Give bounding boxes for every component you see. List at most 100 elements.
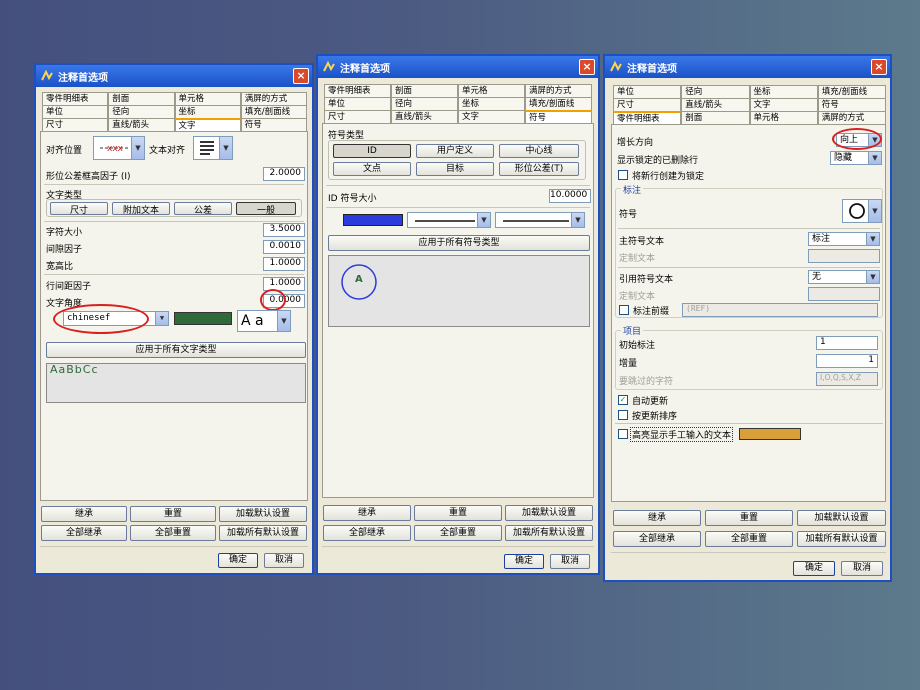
tab-cell[interactable]: 单元格 xyxy=(174,92,241,105)
tab-radial[interactable]: 径向 xyxy=(108,105,175,118)
line-width-select[interactable]: ▼ xyxy=(495,212,585,228)
load-all-defaults-button[interactable]: 加载所有默认设置 xyxy=(505,525,593,541)
tab-line-arrow[interactable]: 直线/箭头 xyxy=(108,118,175,131)
initial-label-input[interactable]: 1 xyxy=(816,336,878,350)
reset-all-button[interactable]: 全部重置 xyxy=(705,531,793,547)
reset-button[interactable]: 重置 xyxy=(130,506,216,522)
aspect-ratio-input[interactable]: 1.0000 xyxy=(263,257,305,271)
highlight-manual-checkbox[interactable] xyxy=(618,429,628,439)
tab-fill-hatch[interactable]: 填充/剖面线 xyxy=(817,85,886,98)
tab-bom[interactable]: 零件明细表 xyxy=(324,84,391,97)
tab-radial[interactable]: 径向 xyxy=(391,97,458,110)
reset-button[interactable]: 重置 xyxy=(705,510,793,526)
lock-new-rows-checkbox[interactable] xyxy=(618,170,628,180)
close-icon[interactable]: × xyxy=(579,59,595,75)
tab-section[interactable]: 剖面 xyxy=(681,111,750,124)
font-style-select[interactable]: A a ▼ xyxy=(237,310,291,332)
load-defaults-button[interactable]: 加载默认设置 xyxy=(505,505,593,521)
tab-cell[interactable]: 单元格 xyxy=(458,84,525,97)
symbol-color-swatch[interactable] xyxy=(343,214,403,226)
align-position-select[interactable]: xxx ▼ xyxy=(93,136,145,160)
tab-coordinate[interactable]: 坐标 xyxy=(458,97,525,110)
text-type-general-button[interactable]: 一般 xyxy=(236,202,296,215)
ok-button[interactable]: 确定 xyxy=(504,554,544,569)
show-locked-select[interactable]: 隐藏 ▼ xyxy=(830,151,882,165)
symbol-centerline-button[interactable]: 中心线 xyxy=(499,144,579,158)
tab-radial[interactable]: 径向 xyxy=(681,85,750,98)
tab-fullscreen[interactable]: 满屏的方式 xyxy=(817,111,886,124)
tab-symbol[interactable]: 符号 xyxy=(525,110,592,123)
apply-all-symbol-types-button[interactable]: 应用于所有符号类型 xyxy=(328,235,590,251)
tab-coordinate[interactable]: 坐标 xyxy=(174,105,241,118)
ref-symbol-text-select[interactable]: 无 ▼ xyxy=(808,270,880,284)
tab-cell[interactable]: 单元格 xyxy=(749,111,818,124)
close-icon[interactable]: × xyxy=(293,68,309,84)
ok-button[interactable]: 确定 xyxy=(793,561,835,576)
tab-dimension[interactable]: 尺寸 xyxy=(42,118,109,131)
symbol-gdt-button[interactable]: 形位公差(T) xyxy=(499,162,579,176)
symbol-text-point-button[interactable]: 文点 xyxy=(333,162,411,176)
close-icon[interactable]: × xyxy=(871,59,887,75)
load-all-defaults-button[interactable]: 加载所有默认设置 xyxy=(219,525,307,541)
id-symbol-size-input[interactable]: 10.0000 xyxy=(549,189,591,203)
tab-line-arrow[interactable]: 直线/箭头 xyxy=(681,98,750,111)
text-type-tolerance-button[interactable]: 公差 xyxy=(174,202,232,215)
tab-fill-hatch[interactable]: 填充/剖面线 xyxy=(525,97,592,110)
reset-button[interactable]: 重置 xyxy=(414,505,502,521)
ok-button[interactable]: 确定 xyxy=(218,553,258,568)
tab-bom[interactable]: 零件明细表 xyxy=(613,111,682,124)
symbol-user-defined-button[interactable]: 用户定义 xyxy=(416,144,494,158)
text-color-swatch[interactable] xyxy=(174,312,232,325)
tab-units[interactable]: 单位 xyxy=(324,97,391,110)
balloon-symbol-select[interactable]: ▼ xyxy=(842,199,882,223)
cancel-button[interactable]: 取消 xyxy=(550,554,590,569)
inherit-button[interactable]: 继承 xyxy=(41,506,127,522)
cancel-button[interactable]: 取消 xyxy=(841,561,883,576)
gap-factor-input[interactable]: 0.0010 xyxy=(263,240,305,254)
cancel-button[interactable]: 取消 xyxy=(264,553,304,568)
symbol-id-button[interactable]: ID xyxy=(333,144,411,158)
inherit-all-button[interactable]: 全部继承 xyxy=(323,525,411,541)
char-size-input[interactable]: 3.5000 xyxy=(263,223,305,237)
update-sort-checkbox[interactable] xyxy=(618,410,628,420)
highlight-color-swatch[interactable] xyxy=(739,428,801,440)
svg-text:xxx: xxx xyxy=(107,144,124,154)
symbol-target-button[interactable]: 目标 xyxy=(416,162,494,176)
tab-fullscreen[interactable]: 满屏的方式 xyxy=(525,84,592,97)
tab-fullscreen[interactable]: 满屏的方式 xyxy=(240,92,307,105)
tab-dimension[interactable]: 尺寸 xyxy=(613,98,682,111)
tab-dimension[interactable]: 尺寸 xyxy=(324,110,391,123)
reset-all-button[interactable]: 全部重置 xyxy=(130,525,216,541)
tab-line-arrow[interactable]: 直线/箭头 xyxy=(391,110,458,123)
inherit-all-button[interactable]: 全部继承 xyxy=(41,525,127,541)
increment-input[interactable]: 1 xyxy=(816,354,878,368)
tab-bom[interactable]: 零件明细表 xyxy=(42,92,109,105)
tab-symbol[interactable]: 符号 xyxy=(240,118,307,131)
tab-section[interactable]: 剖面 xyxy=(391,84,458,97)
inherit-button[interactable]: 继承 xyxy=(323,505,411,521)
tab-text[interactable]: 文字 xyxy=(458,110,525,123)
tab-text[interactable]: 文字 xyxy=(174,118,241,131)
line-type-select[interactable]: ▼ xyxy=(407,212,491,228)
inherit-button[interactable]: 继承 xyxy=(613,510,701,526)
main-symbol-text-select[interactable]: 标注 ▼ xyxy=(808,232,880,246)
text-type-dimension-button[interactable]: 尺寸 xyxy=(50,202,108,215)
text-align-select[interactable]: ▼ xyxy=(193,136,233,160)
apply-all-text-types-button[interactable]: 应用于所有文字类型 xyxy=(46,342,306,358)
load-defaults-button[interactable]: 加载默认设置 xyxy=(797,510,886,526)
tab-section[interactable]: 剖面 xyxy=(108,92,175,105)
inherit-all-button[interactable]: 全部继承 xyxy=(613,531,701,547)
load-all-defaults-button[interactable]: 加载所有默认设置 xyxy=(797,531,886,547)
tab-fill-hatch[interactable]: 填充/剖面线 xyxy=(240,105,307,118)
label-prefix-checkbox[interactable] xyxy=(619,305,629,315)
tab-units[interactable]: 单位 xyxy=(613,85,682,98)
auto-update-checkbox[interactable]: ✓ xyxy=(618,395,628,405)
load-defaults-button[interactable]: 加载默认设置 xyxy=(219,506,307,522)
text-type-appended-button[interactable]: 附加文本 xyxy=(112,202,170,215)
tab-units[interactable]: 单位 xyxy=(42,105,109,118)
reset-all-button[interactable]: 全部重置 xyxy=(414,525,502,541)
tab-coordinate[interactable]: 坐标 xyxy=(749,85,818,98)
gdt-factor-input[interactable]: 2.0000 xyxy=(263,167,305,181)
tab-symbol[interactable]: 符号 xyxy=(817,98,886,111)
tab-text[interactable]: 文字 xyxy=(749,98,818,111)
